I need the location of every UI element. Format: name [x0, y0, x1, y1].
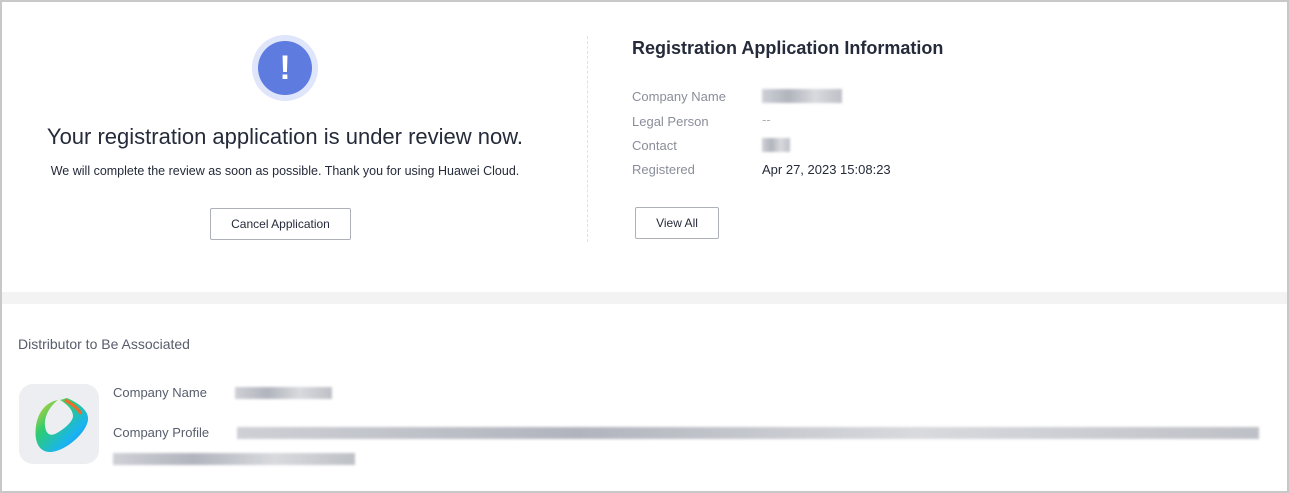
status-subtitle: We will complete the review as soon as p… [50, 164, 520, 178]
distributor-profile-redacted-line2 [113, 453, 355, 465]
company-name-value-redacted [762, 89, 842, 103]
registered-value: Apr 27, 2023 15:08:23 [762, 162, 891, 177]
contact-value-redacted [762, 138, 790, 152]
registered-label: Registered [632, 162, 695, 177]
distributor-heading: Distributor to Be Associated [18, 336, 190, 352]
distributor-name-label: Company Name [113, 385, 207, 400]
company-name-label: Company Name [632, 89, 726, 104]
distributor-profile-redacted-line1 [237, 427, 1259, 439]
exclamation-icon: ! [252, 35, 318, 101]
divider [587, 36, 588, 242]
contact-label: Contact [632, 138, 677, 153]
section-gap [2, 292, 1287, 304]
distributor-name-redacted [235, 387, 332, 399]
status-title: Your registration application is under r… [46, 124, 524, 149]
view-all-button[interactable]: View All [635, 207, 719, 239]
legal-person-label: Legal Person [632, 114, 709, 129]
distributor-logo [19, 384, 99, 464]
legal-person-value: -- [762, 112, 771, 127]
cancel-application-button[interactable]: Cancel Application [210, 208, 351, 240]
distributor-profile-label: Company Profile [113, 425, 210, 440]
info-title: Registration Application Information [632, 38, 944, 58]
